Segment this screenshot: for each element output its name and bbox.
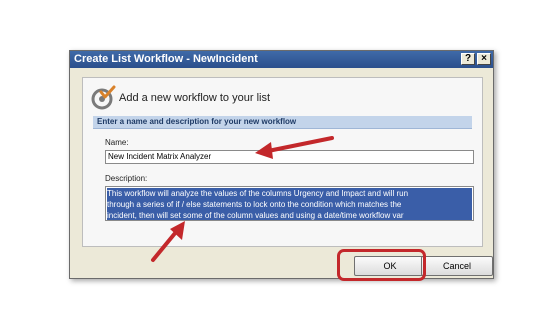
annotation-arrows — [151, 136, 334, 262]
arrow-to-name-field — [255, 136, 334, 159]
arrow-to-description-field — [151, 221, 185, 262]
